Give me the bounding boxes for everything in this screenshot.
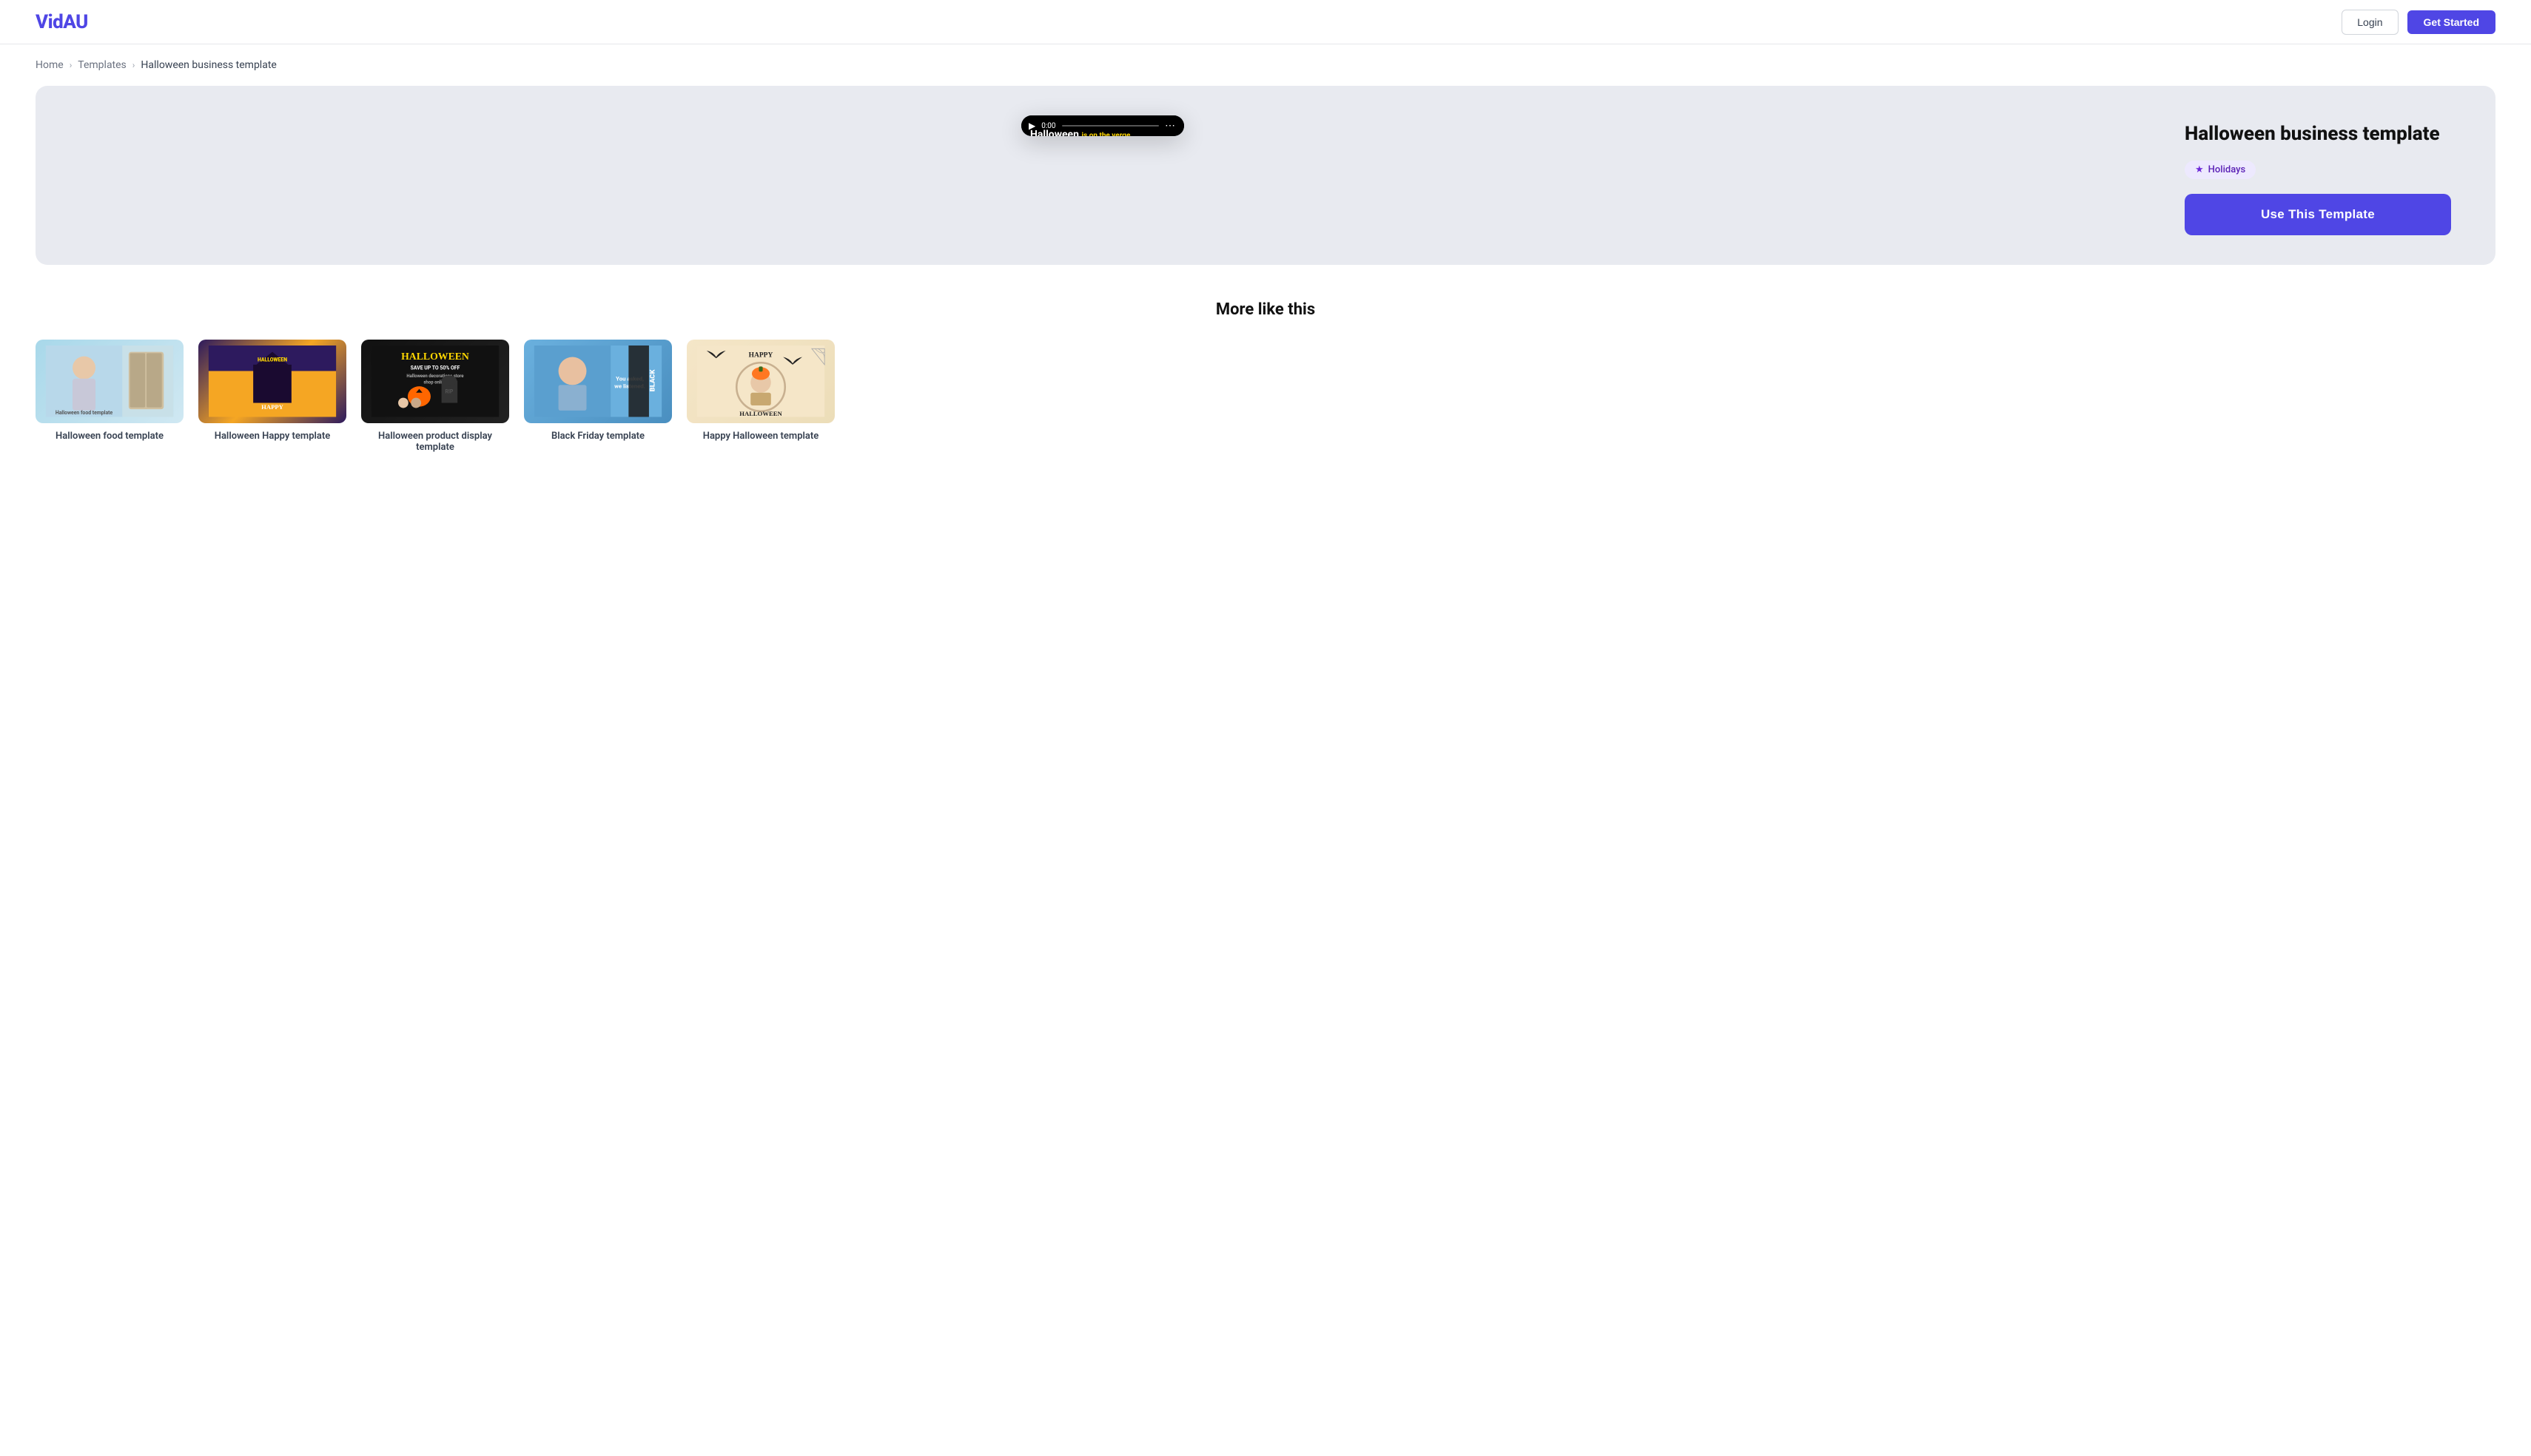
get-started-button[interactable]: Get Started [2407,10,2495,34]
more-card-5[interactable]: HAPPY HALLOWEEN Happy Halloween template [687,340,835,453]
thumb-inner-3: HALLOWEEN SAVE UP TO 50% OFF Halloween d… [361,340,509,423]
svg-text:HALLOWEEN: HALLOWEEN [258,357,287,363]
svg-text:RIP: RIP [446,389,454,395]
thumb-inner-2: HAPPY HALLOWEEN [198,340,346,423]
template-title: Halloween business template [2185,123,2451,146]
video-progress-bar[interactable] [1062,125,1159,127]
breadcrumb: Home › Templates › Halloween business te… [0,44,2531,86]
svg-text:BLACK: BLACK [649,369,657,392]
header-actions: Login Get Started [2342,10,2495,35]
holidays-tag: ★ Holidays [2185,161,2256,179]
more-card-1[interactable]: Halloween food template Halloween food t… [36,340,184,453]
header: VidAU Login Get Started [0,0,2531,44]
thumb-inner-1: Halloween food template [36,340,184,423]
logo: VidAU [36,11,88,33]
thumb-inner-5: HAPPY HALLOWEEN [687,340,835,423]
breadcrumb-home[interactable]: Home [36,59,64,71]
main-card: Halloween is on the verge [36,86,2495,265]
video-container: Halloween is on the verge [1021,115,1184,136]
breadcrumb-current: Halloween business template [141,59,276,71]
svg-text:HALLOWEEN: HALLOWEEN [739,410,782,417]
info-area: Halloween business template ★ Holidays U… [2185,115,2451,235]
svg-text:Halloween food template: Halloween food template [56,410,113,416]
svg-text:HALLOWEEN: HALLOWEEN [401,351,469,362]
more-card-label-1: Halloween food template [36,431,184,442]
tag-container: ★ Holidays [2185,161,2451,179]
more-card-label-3: Halloween product display template [361,431,509,453]
more-card-3[interactable]: HALLOWEEN SAVE UP TO 50% OFF Halloween d… [361,340,509,453]
svg-text:SAVE UP TO 50% OFF: SAVE UP TO 50% OFF [411,365,460,371]
more-card-thumb-2: HAPPY HALLOWEEN [198,340,346,423]
thumb-inner-4: You asked, we listened. BLACK [524,340,672,423]
video-area: Halloween is on the verge [80,115,2125,136]
more-card-2[interactable]: HAPPY HALLOWEEN Halloween Happy template [198,340,346,453]
halloween-sub-text: is on the verge [1081,132,1130,136]
halloween-text: Halloween [1030,129,1079,136]
more-section: More like this Hall [0,300,2531,468]
more-card-label-2: Halloween Happy template [198,431,346,442]
login-button[interactable]: Login [2342,10,2398,35]
chevron-icon: › [70,60,73,70]
more-card-label-5: Happy Halloween template [687,431,835,442]
video-title-overlay: Halloween is on the verge [1030,129,1130,136]
video-more-icon[interactable]: ⋯ [1165,120,1177,132]
breadcrumb-templates[interactable]: Templates [78,59,127,71]
more-card-4[interactable]: You asked, we listened. BLACK Black Frid… [524,340,672,453]
more-grid: Halloween food template Halloween food t… [36,340,2495,468]
chevron-icon: › [132,60,135,70]
svg-text:HAPPY: HAPPY [749,352,773,360]
svg-text:HAPPY: HAPPY [261,403,283,411]
more-title: More like this [36,300,2495,319]
more-card-thumb-5: HAPPY HALLOWEEN [687,340,835,423]
use-template-button[interactable]: Use This Template [2185,194,2451,235]
more-card-thumb-1: Halloween food template [36,340,184,423]
more-card-thumb-4: You asked, we listened. BLACK [524,340,672,423]
star-icon: ★ [2195,164,2204,175]
tag-label: Holidays [2208,164,2246,175]
more-card-thumb-3: HALLOWEEN SAVE UP TO 50% OFF Halloween d… [361,340,509,423]
more-card-label-4: Black Friday template [524,431,672,442]
